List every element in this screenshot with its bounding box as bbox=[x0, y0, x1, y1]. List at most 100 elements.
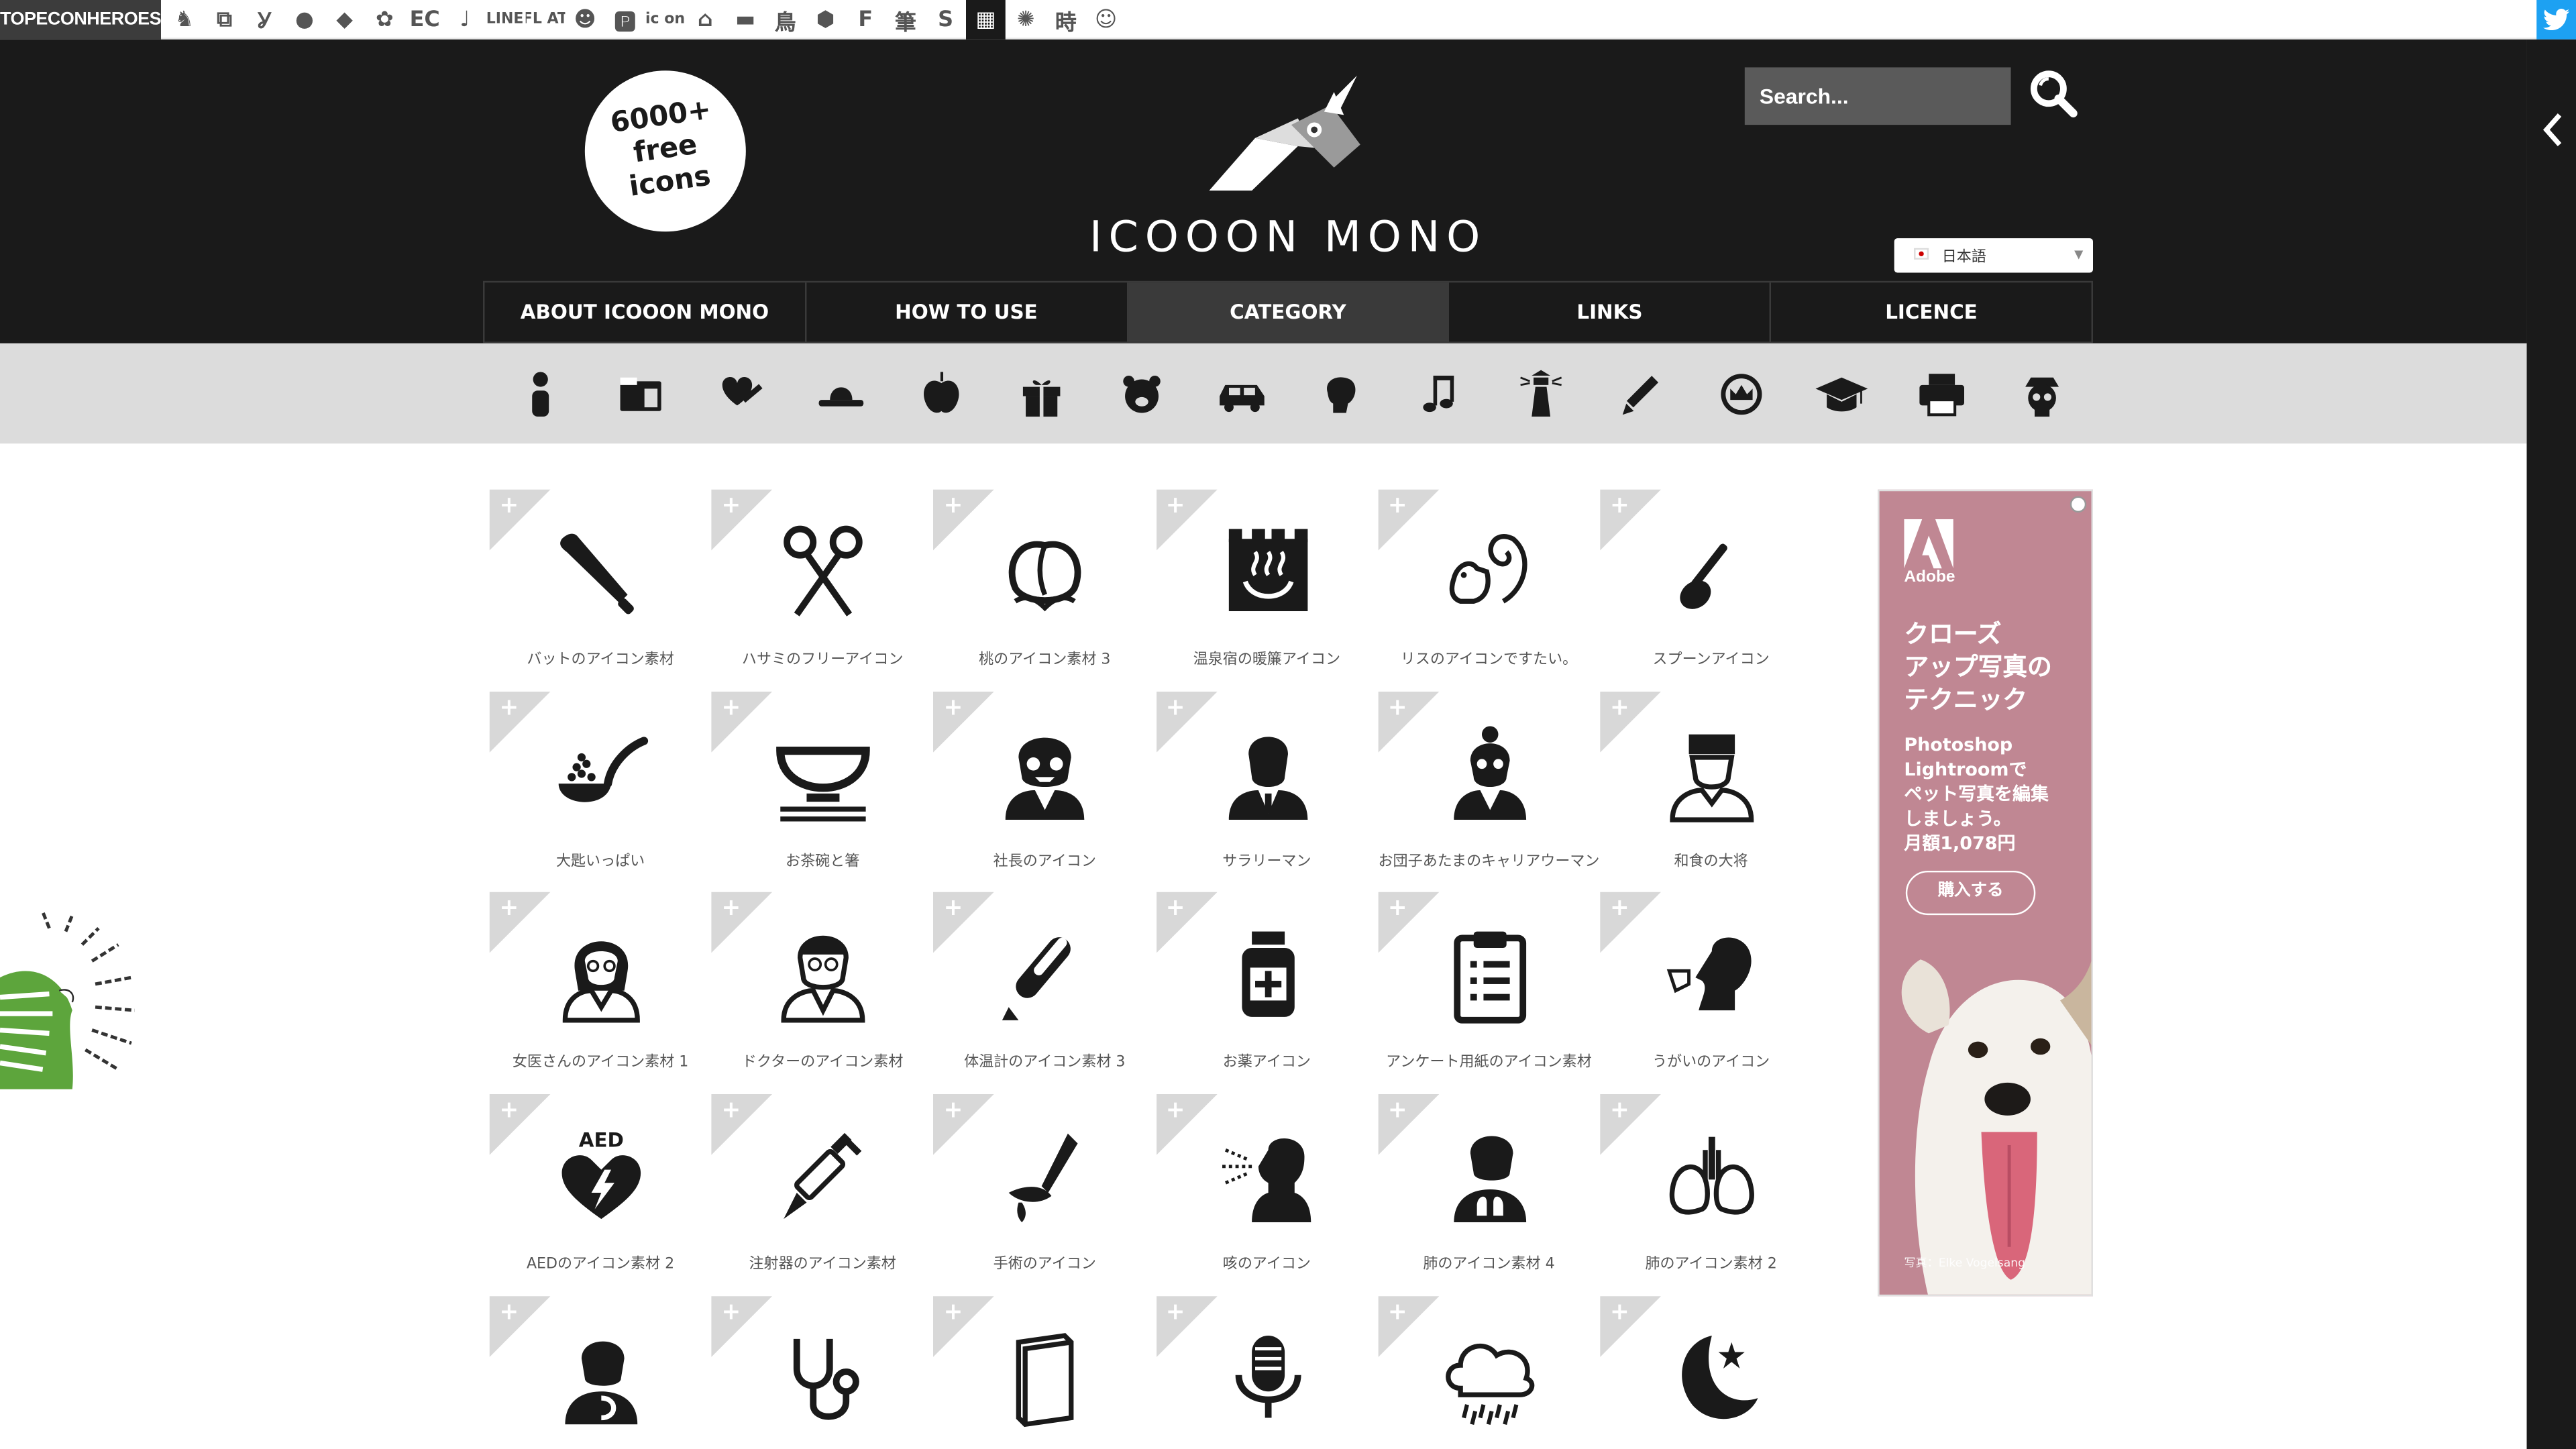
add-corner[interactable] bbox=[1378, 892, 1439, 954]
icon-label[interactable]: 温泉宿の暖簾アイコン bbox=[1156, 651, 1378, 672]
plus-icon[interactable]: + bbox=[1166, 896, 1185, 922]
plus-icon[interactable]: + bbox=[1388, 896, 1407, 922]
stomach-person-icon[interactable] bbox=[552, 1329, 651, 1428]
icon-label[interactable]: 咳のアイコン bbox=[1156, 1255, 1378, 1277]
plus-icon[interactable]: + bbox=[722, 1299, 741, 1326]
spoon-icon[interactable] bbox=[1662, 523, 1761, 621]
icon-tile[interactable]: + リスのアイコンですたい。 bbox=[1378, 489, 1600, 690]
face-icon[interactable]: ☺ bbox=[1086, 0, 1126, 40]
hexagon-icon[interactable]: ⬢ bbox=[806, 0, 846, 40]
chat-icon[interactable]: ● bbox=[284, 0, 325, 40]
ad-choices-icon[interactable] bbox=[2070, 496, 2087, 513]
add-corner[interactable] bbox=[711, 691, 773, 752]
medicine-bottle-icon[interactable] bbox=[1218, 926, 1317, 1024]
unicorn-logo-icon[interactable] bbox=[1206, 72, 1371, 237]
icon-tile[interactable]: + お茶碗と箸 bbox=[711, 691, 934, 892]
copy-icon[interactable]: ⧉ bbox=[205, 0, 245, 40]
icon-tile[interactable]: + bbox=[1156, 1295, 1378, 1449]
lungs-person-icon[interactable] bbox=[1440, 1127, 1539, 1226]
rice-bowl-icon[interactable] bbox=[774, 724, 873, 822]
tab-how-to-use[interactable]: HOW TO USE bbox=[806, 282, 1128, 342]
house-icon[interactable]: ⌂ bbox=[685, 0, 725, 40]
add-corner[interactable] bbox=[489, 1094, 551, 1155]
rain-cloud-icon[interactable] bbox=[1440, 1329, 1539, 1428]
category-music-note-icon[interactable] bbox=[1391, 362, 1491, 427]
advertisement[interactable]: Adobe クローズ アップ写真の テクニック Photoshop Lightr… bbox=[1878, 489, 2094, 1297]
syringe-icon[interactable] bbox=[774, 1127, 873, 1226]
plus-icon[interactable]: + bbox=[1166, 1097, 1185, 1124]
line-text[interactable]: LINE bbox=[485, 0, 525, 40]
add-corner[interactable] bbox=[933, 489, 995, 551]
chef-icon[interactable] bbox=[1662, 724, 1761, 822]
ladle-icon[interactable] bbox=[552, 724, 651, 822]
icon-label[interactable]: 女医さんのアイコン素材 1 bbox=[490, 1054, 712, 1075]
category-skull-pirate-icon[interactable] bbox=[1991, 362, 2091, 427]
language-select[interactable]: 日本語 ▼ bbox=[1894, 238, 2094, 273]
burst-icon[interactable]: ✺ bbox=[1006, 0, 1046, 40]
tab-licence[interactable]: LICENCE bbox=[1771, 282, 2091, 341]
thermometer-icon[interactable] bbox=[996, 926, 1095, 1024]
time-kanji-icon[interactable]: 時 bbox=[1046, 0, 1086, 40]
tab-links[interactable]: LINKS bbox=[1450, 282, 1772, 342]
icon-tile[interactable]: + bbox=[1600, 1295, 1822, 1449]
add-corner[interactable] bbox=[1156, 1094, 1217, 1155]
gargle-icon[interactable] bbox=[1662, 926, 1761, 1024]
plus-icon[interactable]: + bbox=[499, 694, 519, 720]
icon-tile[interactable]: + 肺のアイコン素材 2 bbox=[1600, 1094, 1822, 1295]
add-corner[interactable] bbox=[489, 489, 551, 551]
icon-text[interactable]: ic on bbox=[645, 0, 686, 40]
peach-icon[interactable] bbox=[996, 523, 1095, 621]
icon-tile[interactable]: + 肺のアイコン素材 4 bbox=[1378, 1094, 1600, 1295]
category-lighthouse-icon[interactable] bbox=[1491, 362, 1591, 427]
plus-icon[interactable]: + bbox=[499, 493, 519, 519]
add-corner[interactable] bbox=[1378, 1295, 1439, 1357]
icon-tile[interactable]: + bbox=[1378, 1295, 1600, 1449]
plus-icon[interactable]: + bbox=[1610, 694, 1629, 720]
icon-tile[interactable]: + 社長のアイコン bbox=[933, 691, 1156, 892]
add-corner[interactable] bbox=[1600, 691, 1661, 752]
icon-label[interactable]: 桃のアイコン素材 3 bbox=[934, 651, 1156, 672]
icon-tile[interactable]: + 桃のアイコン素材 3 bbox=[933, 489, 1156, 690]
search-icon[interactable] bbox=[2027, 69, 2080, 121]
icon-label[interactable]: うがいのアイコン bbox=[1600, 1054, 1822, 1075]
add-corner[interactable] bbox=[1156, 1295, 1217, 1357]
add-corner[interactable] bbox=[711, 1094, 773, 1155]
icon-label[interactable]: サラリーマン bbox=[1156, 852, 1378, 873]
brush-kanji-icon[interactable]: 筆 bbox=[885, 0, 926, 40]
smile-icon[interactable]: ☻ bbox=[565, 0, 605, 40]
plus-icon[interactable]: + bbox=[499, 896, 519, 922]
plus-icon[interactable]: + bbox=[944, 896, 963, 922]
doctor-icon[interactable] bbox=[774, 926, 873, 1024]
aed-icon[interactable]: AED bbox=[552, 1127, 651, 1226]
icon-tile[interactable]: + 大匙いっぱい bbox=[489, 691, 712, 892]
add-corner[interactable] bbox=[1156, 892, 1217, 954]
baseball-bat-icon[interactable] bbox=[552, 523, 651, 621]
plus-icon[interactable]: + bbox=[1166, 1299, 1185, 1326]
car-icon[interactable]: ▬ bbox=[725, 0, 765, 40]
scissors-icon[interactable] bbox=[774, 523, 873, 621]
add-corner[interactable] bbox=[711, 892, 773, 954]
add-corner[interactable] bbox=[1156, 489, 1217, 551]
icon-tile[interactable]: + サラリーマン bbox=[1156, 691, 1378, 892]
add-corner[interactable] bbox=[933, 892, 995, 954]
icon-label[interactable]: スプーンアイコン bbox=[1600, 651, 1822, 672]
plus-icon[interactable]: + bbox=[944, 1097, 963, 1124]
career-woman-icon[interactable] bbox=[1440, 724, 1539, 822]
icon-label[interactable]: 大匙いっぱい bbox=[490, 852, 712, 873]
moon-star-icon[interactable] bbox=[1662, 1329, 1761, 1428]
add-corner[interactable] bbox=[1600, 1094, 1661, 1155]
plus-icon[interactable]: + bbox=[1610, 493, 1629, 519]
icon-tile[interactable]: + ドクターのアイコン素材 bbox=[711, 892, 934, 1093]
topeconheroes-link[interactable]: TOPECONHEROES bbox=[0, 0, 162, 40]
add-corner[interactable] bbox=[711, 489, 773, 551]
bird-icon[interactable]: ◆ bbox=[325, 0, 365, 40]
category-apple-icon[interactable] bbox=[892, 362, 991, 427]
icon-label[interactable]: 肺のアイコン素材 2 bbox=[1600, 1255, 1822, 1277]
add-corner[interactable] bbox=[1600, 489, 1661, 551]
site-title[interactable]: ICOOON MONO bbox=[1045, 213, 1532, 262]
dragon-mascot-icon[interactable] bbox=[0, 912, 142, 1092]
flower-icon[interactable]: ✿ bbox=[365, 0, 405, 40]
search-input[interactable] bbox=[1744, 67, 2011, 125]
plus-icon[interactable]: + bbox=[722, 1097, 741, 1124]
grid-icon[interactable]: ▦ bbox=[965, 0, 1006, 40]
